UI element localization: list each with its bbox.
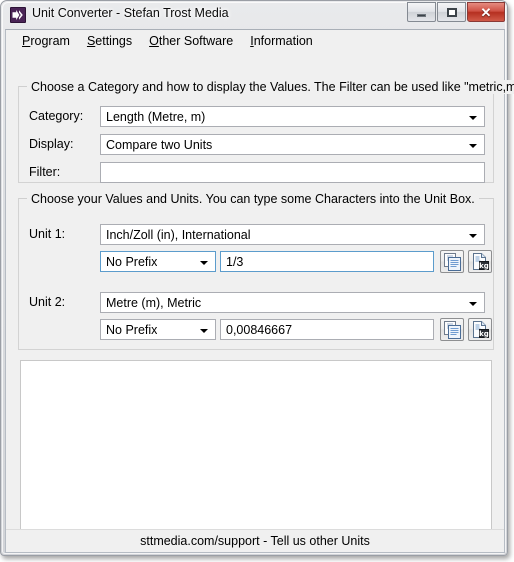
category-group-title: Choose a Category and how to display the… [27, 80, 514, 94]
menu-item-other-software[interactable]: Other Software [141, 32, 242, 50]
unit2-kg-button[interactable]: kg [468, 318, 492, 341]
filter-label: Filter: [29, 165, 61, 179]
chevron-down-icon [200, 261, 208, 265]
category-dropdown[interactable]: Length (Metre, m) [100, 106, 485, 127]
menu-label: ettings [95, 33, 133, 48]
unit1-prefix-dropdown[interactable]: No Prefix [100, 251, 216, 272]
maximize-icon [438, 3, 465, 21]
client-area: Program Settings Other Software Informat… [5, 29, 514, 553]
unit1-prefix-value: No Prefix [106, 255, 158, 269]
close-glyph: ✕ [480, 4, 492, 20]
kg-unit-icon: kg [473, 321, 489, 338]
unit1-amount-input[interactable] [220, 251, 434, 272]
unit2-amount-input[interactable] [220, 319, 434, 340]
conversion-output-panel[interactable] [20, 360, 492, 547]
unit1-copy-button[interactable] [440, 250, 464, 273]
window-title: Unit Converter - Stefan Trost Media [32, 6, 229, 20]
unit1-dropdown[interactable]: Inch/Zoll (in), International [100, 224, 485, 245]
title-bar[interactable]: Unit Converter - Stefan Trost Media ✕ [1, 1, 507, 29]
menu-item-program[interactable]: Program [14, 32, 79, 50]
double-arrow-icon [10, 7, 26, 23]
unit2-prefix-dropdown[interactable]: No Prefix [100, 319, 216, 340]
unit2-prefix-value: No Prefix [106, 323, 158, 337]
category-dropdown-value: Length (Metre, m) [106, 110, 206, 124]
chevron-down-icon [469, 144, 477, 148]
menu-label: ther Software [158, 33, 234, 48]
svg-text:kg: kg [479, 262, 489, 270]
status-bar-text[interactable]: sttmedia.com/support - Tell us other Uni… [140, 534, 370, 548]
category-group-box: Choose a Category and how to display the… [18, 80, 514, 183]
close-icon: ✕ [468, 3, 504, 21]
filter-input[interactable] [100, 162, 485, 183]
menu-bar: Program Settings Other Software Informat… [6, 30, 504, 51]
status-bar: sttmedia.com/support - Tell us other Uni… [6, 529, 504, 552]
category-label: Category: [29, 109, 84, 123]
chevron-down-icon [200, 329, 208, 333]
menu-accelerator: O [149, 33, 159, 48]
menu-label: nformation [253, 33, 313, 48]
unit1-label: Unit 1: [29, 227, 66, 241]
minimize-icon [408, 3, 435, 21]
unit2-dropdown-value: Metre (m), Metric [106, 296, 202, 310]
units-group-title: Choose your Values and Units. You can ty… [27, 192, 479, 206]
copy-icon [444, 321, 461, 339]
units-group-box: Choose your Values and Units. You can ty… [18, 192, 494, 350]
display-dropdown[interactable]: Compare two Units [100, 134, 485, 155]
chevron-down-icon [469, 116, 477, 120]
unit2-label: Unit 2: [29, 295, 66, 309]
close-button[interactable]: ✕ [467, 2, 505, 22]
kg-unit-icon: kg [473, 253, 489, 270]
minimize-button[interactable] [407, 2, 436, 22]
unit2-dropdown[interactable]: Metre (m), Metric [100, 292, 485, 313]
menu-label: rogram [30, 33, 70, 48]
menu-item-information[interactable]: Information [242, 32, 322, 50]
display-label: Display: [29, 137, 74, 151]
application-window: Unit Converter - Stefan Trost Media ✕ Pr… [0, 0, 514, 556]
menu-item-settings[interactable]: Settings [79, 32, 141, 50]
chevron-down-icon [469, 302, 477, 306]
unit1-dropdown-value: Inch/Zoll (in), International [106, 228, 251, 242]
copy-icon [444, 253, 461, 271]
unit2-copy-button[interactable] [440, 318, 464, 341]
chevron-down-icon [469, 234, 477, 238]
maximize-button[interactable] [437, 2, 466, 22]
display-dropdown-value: Compare two Units [106, 138, 213, 152]
svg-text:kg: kg [479, 330, 489, 338]
unit1-kg-button[interactable]: kg [468, 250, 492, 273]
conversion-output-text [21, 361, 491, 369]
